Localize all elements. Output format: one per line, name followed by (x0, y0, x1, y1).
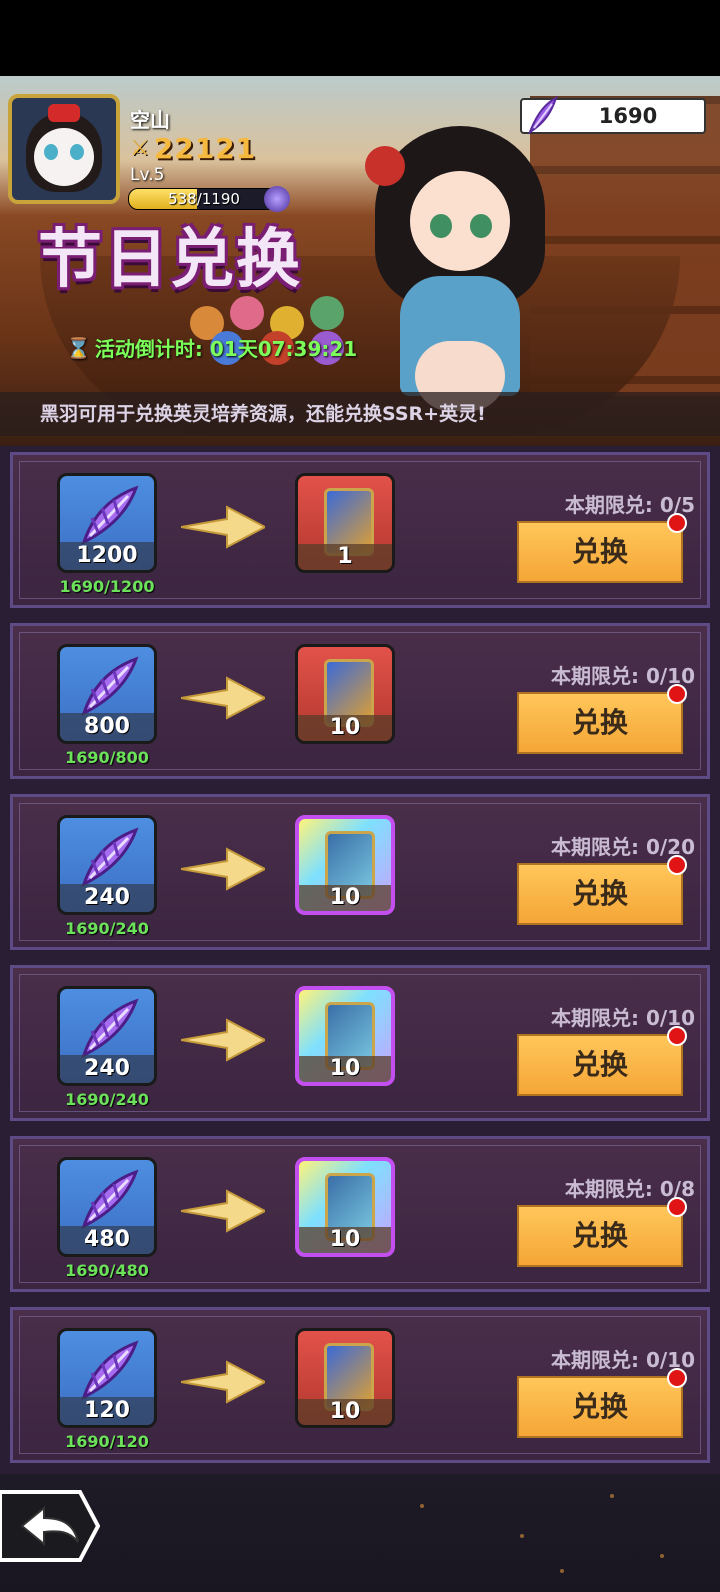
cost-item[interactable]: 240 (57, 986, 157, 1086)
exchange-button[interactable]: 兑换 (517, 1376, 683, 1438)
event-countdown: ⌛ 活动倒计时: 01天07:39:21 (66, 333, 357, 362)
exchange-row: 1200 1690/1200 1 本期限兑: 0/5 兑换 (10, 452, 710, 608)
arrow-right-icon (181, 1360, 265, 1404)
purple-feather-icon (528, 96, 558, 135)
arrow-right-icon (181, 1018, 265, 1062)
cost-item[interactable]: 120 (57, 1328, 157, 1428)
reward-item[interactable]: 10 (295, 1157, 395, 1257)
back-button[interactable] (0, 1488, 100, 1564)
cost-amount: 1200 (60, 542, 154, 570)
reward-item[interactable]: 10 (295, 1328, 395, 1428)
reward-quantity: 10 (298, 1399, 392, 1425)
bottom-bar (0, 1474, 720, 1592)
cost-item[interactable]: 240 (57, 815, 157, 915)
reward-item[interactable]: 10 (295, 644, 395, 744)
reward-quantity: 10 (299, 1227, 391, 1253)
player-level: Lv.5 (130, 165, 165, 185)
arrow-right-icon (181, 676, 265, 720)
exchange-row: 120 1690/120 10 本期限兑: 0/10 兑换 (10, 1307, 710, 1463)
cost-amount: 800 (60, 713, 154, 741)
exchange-row: 240 1690/240 10 本期限兑: 0/10 兑换 (10, 965, 710, 1121)
exchange-button[interactable]: 兑换 (517, 692, 683, 754)
notification-dot (667, 513, 687, 533)
exchange-row: 800 1690/800 10 本期限兑: 0/10 兑换 (10, 623, 710, 779)
reward-item[interactable]: 1 (295, 473, 395, 573)
page-title: 节日兑换 (38, 223, 302, 297)
exchange-row: 480 1690/480 10 本期限兑: 0/8 兑换 (10, 1136, 710, 1292)
cost-amount: 480 (60, 1226, 154, 1254)
power-value: 22121 (153, 132, 257, 165)
status-bar-area (0, 0, 720, 76)
reward-quantity: 10 (298, 715, 392, 741)
exchange-list[interactable]: 1200 1690/1200 1 本期限兑: 0/5 兑换 800 1690/8… (0, 446, 720, 1474)
reward-quantity: 1 (298, 544, 392, 570)
notification-dot (667, 1026, 687, 1046)
exchange-row: 240 1690/240 10 本期限兑: 0/20 兑换 (10, 794, 710, 950)
player-avatar[interactable] (8, 94, 120, 204)
exchange-button[interactable]: 兑换 (517, 863, 683, 925)
exchange-button[interactable]: 兑换 (517, 1034, 683, 1096)
arrow-right-icon (181, 505, 265, 549)
player-name: 空山 (130, 108, 170, 132)
purple-feather-icon (81, 485, 139, 545)
cost-item[interactable]: 1200 (57, 473, 157, 573)
purple-feather-icon (81, 1169, 139, 1229)
exchange-button[interactable]: 兑换 (517, 1205, 683, 1267)
notification-dot (667, 855, 687, 875)
countdown-text: 活动倒计时: 01天07:39:21 (94, 337, 358, 361)
currency-display: 1690 (520, 96, 706, 135)
cost-amount: 240 (60, 1055, 154, 1083)
purple-feather-icon (81, 827, 139, 887)
owned-vs-cost: 1690/120 (65, 1432, 149, 1451)
owned-vs-cost: 1690/240 (65, 1090, 149, 1109)
arrow-right-icon (181, 847, 265, 891)
purple-feather-icon (81, 656, 139, 716)
purple-feather-icon (81, 1340, 139, 1400)
owned-vs-cost: 1690/800 (65, 748, 149, 767)
xp-bar: 538/1190 (128, 188, 280, 210)
reward-quantity: 10 (299, 885, 391, 911)
exchange-button[interactable]: 兑换 (517, 521, 683, 583)
reward-item[interactable]: 10 (295, 815, 395, 915)
notification-dot (667, 1368, 687, 1388)
reward-item[interactable]: 10 (295, 986, 395, 1086)
owned-vs-cost: 1690/1200 (59, 577, 155, 596)
cost-item[interactable]: 800 (57, 644, 157, 744)
currency-amount: 1690 (598, 104, 658, 128)
event-description: 黑羽可用于兑换英灵培养资源，还能兑换SSR+英灵! (40, 403, 486, 425)
banner-character (355, 96, 565, 426)
player-power: ⚔ 22121 (130, 132, 256, 165)
notification-dot (667, 1197, 687, 1217)
cost-amount: 120 (60, 1397, 154, 1425)
reward-quantity: 10 (299, 1056, 391, 1082)
purple-feather-icon (81, 998, 139, 1058)
hourglass-icon: ⌛ (66, 335, 91, 360)
cost-amount: 240 (60, 884, 154, 912)
owned-vs-cost: 1690/240 (65, 919, 149, 938)
notification-dot (667, 684, 687, 704)
owned-vs-cost: 1690/480 (65, 1261, 149, 1280)
xp-text: 538/1190 (168, 190, 240, 208)
arrow-right-icon (181, 1189, 265, 1233)
cost-item[interactable]: 480 (57, 1157, 157, 1257)
crossed-swords-icon: ⚔ (130, 136, 150, 161)
